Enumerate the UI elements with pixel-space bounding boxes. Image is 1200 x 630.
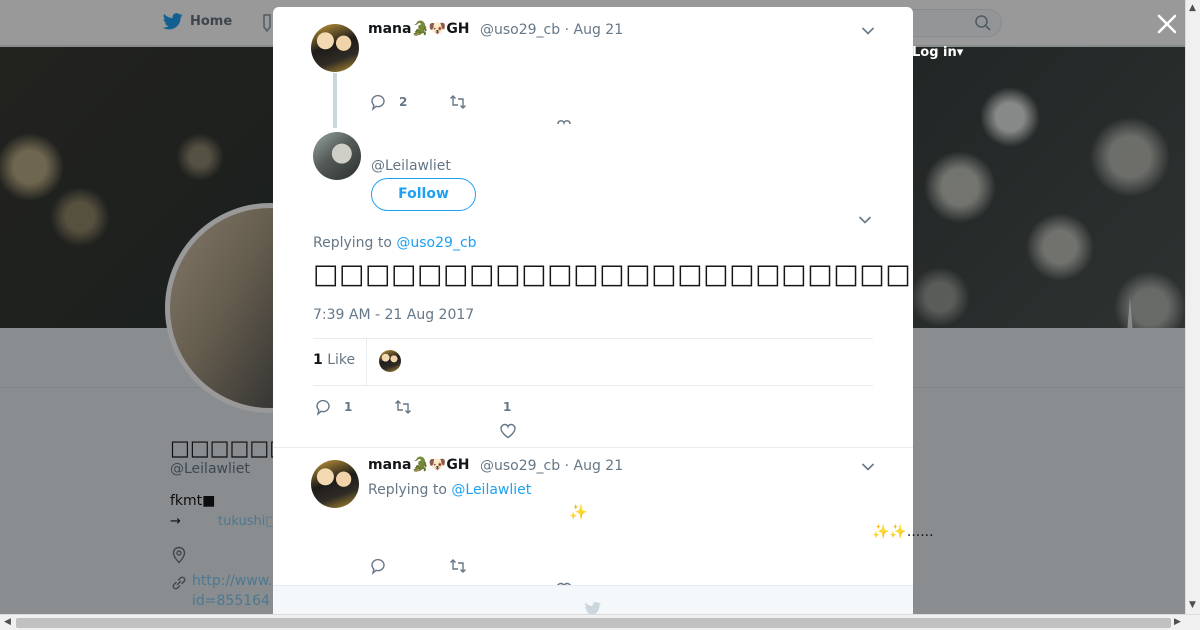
- twitter-bird-icon: [585, 602, 602, 614]
- heart-icon[interactable]: [499, 422, 517, 440]
- reply-count: 1: [344, 400, 353, 414]
- retweet-icon[interactable]: [394, 398, 412, 416]
- replying-to-link[interactable]: @Leilawliet: [451, 482, 531, 498]
- tweet-author-handle[interactable]: @Leilawliet: [371, 158, 451, 174]
- reply-count: 2: [399, 95, 408, 109]
- close-icon[interactable]: [1154, 11, 1180, 37]
- scrollbar-thumb[interactable]: [16, 618, 1171, 628]
- tweet-author-name[interactable]: mana🐊🐶GH: [368, 457, 470, 473]
- chevron-down-icon: ▾: [956, 45, 964, 60]
- horizontal-scrollbar[interactable]: ◀ ▶: [0, 614, 1200, 630]
- reply-icon[interactable]: [315, 398, 333, 416]
- avatar[interactable]: [313, 132, 361, 180]
- tweet-text: □□□□□□□□□□□□□□□□□□□□□□□□□□□□□□□□□□□□□: [313, 259, 913, 290]
- tweet-text-emoji: ✨: [569, 503, 588, 521]
- scroll-left-icon[interactable]: ◀: [4, 617, 11, 627]
- avatar[interactable]: [311, 460, 359, 508]
- divider: [366, 339, 367, 385]
- login-label: Log in: [912, 45, 957, 60]
- reply-icon[interactable]: [370, 93, 388, 111]
- tweet-timestamp[interactable]: 7:39 AM - 21 Aug 2017: [313, 307, 474, 323]
- chevron-down-icon[interactable]: [861, 26, 875, 36]
- divider: [313, 385, 873, 386]
- tweet-author-handle[interactable]: @uso29_cb · Aug 21: [480, 458, 623, 474]
- tweet-author-handle[interactable]: @uso29_cb · Aug 21: [480, 22, 623, 38]
- chevron-down-icon[interactable]: [861, 462, 875, 472]
- modal-footer: [273, 585, 913, 614]
- avatar[interactable]: [311, 24, 359, 72]
- chevron-down-icon[interactable]: [858, 215, 872, 225]
- like-stat[interactable]: 1 Like: [313, 352, 355, 368]
- reply-icon[interactable]: [370, 557, 388, 575]
- vertical-scrollbar[interactable]: ▲ ▼: [1185, 0, 1200, 614]
- divider: [273, 447, 913, 448]
- scroll-right-icon[interactable]: ▶: [1174, 617, 1181, 627]
- scroll-up-icon[interactable]: ▲: [1189, 3, 1196, 13]
- heart-icon[interactable]: [555, 117, 573, 125]
- tweet-permalink-modal: mana🐊🐶GH @uso29_cb · Aug 21 2 @Leilawlie…: [273, 7, 913, 614]
- replying-to: Replying to @Leilawliet: [368, 482, 532, 498]
- replying-to-link[interactable]: @uso29_cb: [396, 235, 476, 251]
- replying-to: Replying to @uso29_cb: [313, 235, 477, 251]
- like-count: 1: [503, 400, 512, 414]
- tweet-author-name[interactable]: mana🐊🐶GH: [368, 21, 470, 37]
- scroll-down-icon[interactable]: ▼: [1189, 600, 1196, 610]
- liker-avatar[interactable]: [379, 350, 401, 372]
- follow-button[interactable]: Follow: [371, 178, 476, 211]
- thread-connector: [333, 73, 337, 128]
- retweet-icon[interactable]: [449, 93, 467, 111]
- login-dropdown[interactable]: Log in▾: [912, 45, 963, 60]
- divider: [313, 338, 873, 339]
- tweet-text-overflow: ✨✨......: [872, 524, 934, 540]
- retweet-icon[interactable]: [449, 557, 467, 575]
